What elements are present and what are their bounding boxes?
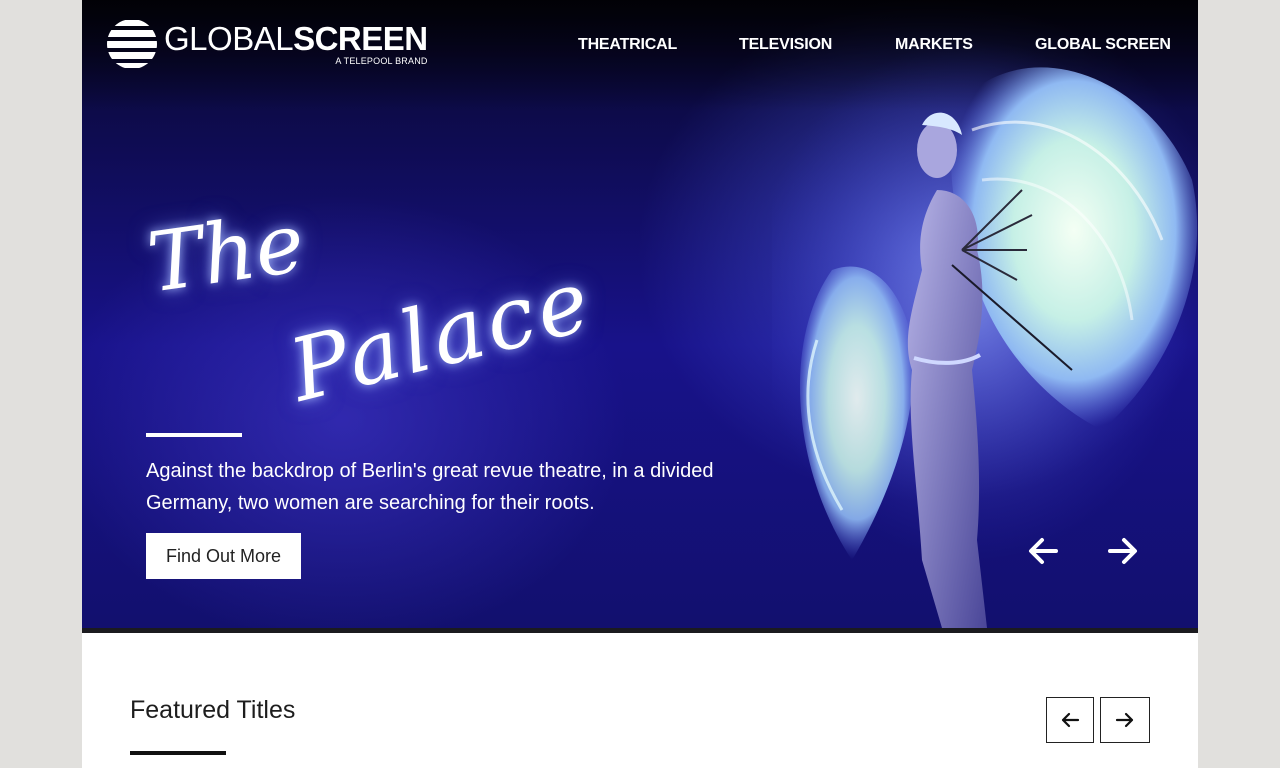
nav-global-screen[interactable]: GLOBAL SCREEN: [1035, 36, 1171, 54]
brand-tagline: A TELEPOOL BRAND: [335, 56, 428, 66]
featured-prev-button[interactable]: [1046, 697, 1094, 743]
hero-title-line2: Palace: [280, 250, 603, 422]
nav-television[interactable]: TELEVISION: [739, 36, 832, 54]
nav-theatrical[interactable]: THEATRICAL: [578, 36, 677, 54]
arrow-right-icon: [1115, 712, 1134, 728]
hero-title-logo: The Palace: [142, 196, 618, 422]
arrow-left-icon[interactable]: [1026, 534, 1060, 568]
page: GLOBALSCREEN A TELEPOOL BRAND THEATRICAL…: [82, 0, 1198, 768]
main-nav: THEATRICAL TELEVISION MARKETS GLOBAL SCR…: [82, 36, 1198, 56]
nav-markets[interactable]: MARKETS: [895, 36, 973, 54]
featured-next-button[interactable]: [1100, 697, 1150, 743]
hero-banner: GLOBALSCREEN A TELEPOOL BRAND THEATRICAL…: [82, 0, 1198, 628]
arrow-left-icon: [1061, 712, 1080, 728]
featured-titles-heading: Featured Titles: [130, 696, 296, 724]
hero-description: Against the backdrop of Berlin's great r…: [146, 460, 714, 514]
featured-divider: [130, 751, 226, 755]
hero-title-line1: The: [142, 195, 310, 312]
hero-bottom-bar: [82, 628, 1198, 633]
find-out-more-button[interactable]: Find Out More: [146, 533, 301, 579]
arrow-right-icon[interactable]: [1106, 534, 1140, 568]
hero-divider: [146, 433, 242, 437]
